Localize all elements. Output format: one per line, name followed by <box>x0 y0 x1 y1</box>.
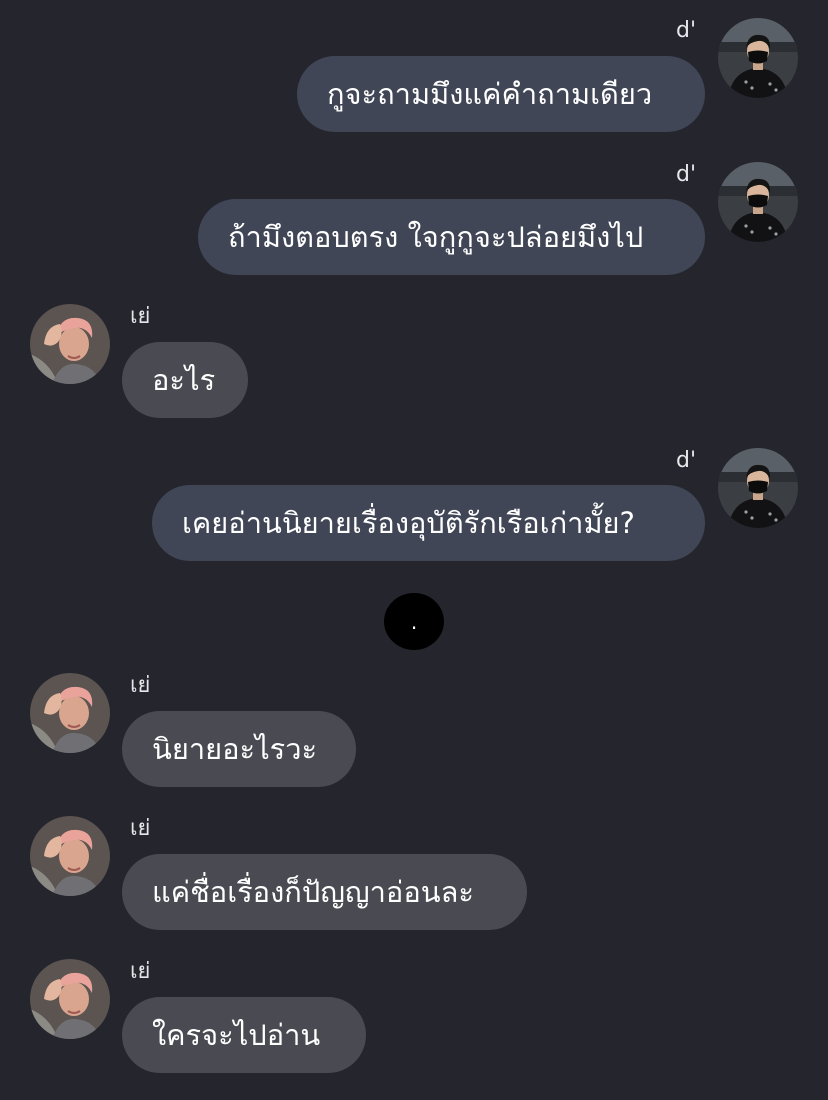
sender-name: เย่ <box>130 673 151 698</box>
message-bubble[interactable]: นิยายอะไรวะ <box>122 711 356 787</box>
section-divider-dot: . <box>384 593 444 650</box>
message-text: ใครจะไปอ่าน <box>152 1018 321 1052</box>
message-bubble[interactable]: กูจะถามมึงแค่คำถามเดียว <box>297 56 705 132</box>
sender-name: d' <box>675 18 696 43</box>
divider-text: . <box>410 609 418 634</box>
pink-hair-person-avatar-icon[interactable] <box>30 304 110 384</box>
message-text: แค่ชื่อเรื่องก็ปัญญาอ่อนละ <box>152 875 474 909</box>
sender-name: เย่ <box>130 959 151 984</box>
message-bubble[interactable]: ใครจะไปอ่าน <box>122 997 366 1073</box>
sender-name: เย่ <box>130 304 151 329</box>
message-text: เคยอ่านนิยายเรื่องอุบัติรักเรือเก่ามั้ย? <box>182 506 635 540</box>
message-text: อะไร <box>152 363 216 397</box>
masked-man-avatar-icon[interactable] <box>718 162 798 242</box>
sender-name: d' <box>675 162 696 187</box>
pink-hair-person-avatar-icon[interactable] <box>30 673 110 753</box>
pink-hair-person-avatar-icon[interactable] <box>30 816 110 896</box>
message-text: ถ้ามึงตอบตรง ใจกูกูจะปล่อยมึงไป <box>228 220 644 254</box>
pink-hair-person-avatar-icon[interactable] <box>30 959 110 1039</box>
sender-name: เย่ <box>130 816 151 841</box>
message-bubble[interactable]: เคยอ่านนิยายเรื่องอุบัติรักเรือเก่ามั้ย? <box>152 485 705 561</box>
masked-man-avatar-icon[interactable] <box>718 18 798 98</box>
message-bubble[interactable]: ถ้ามึงตอบตรง ใจกูกูจะปล่อยมึงไป <box>198 199 705 275</box>
masked-man-avatar-icon[interactable] <box>718 448 798 528</box>
message-text: กูจะถามมึงแค่คำถามเดียว <box>327 77 653 111</box>
message-bubble[interactable]: อะไร <box>122 342 248 418</box>
message-bubble[interactable]: แค่ชื่อเรื่องก็ปัญญาอ่อนละ <box>122 854 527 930</box>
message-text: นิยายอะไรวะ <box>152 732 318 766</box>
sender-name: d' <box>675 448 696 473</box>
